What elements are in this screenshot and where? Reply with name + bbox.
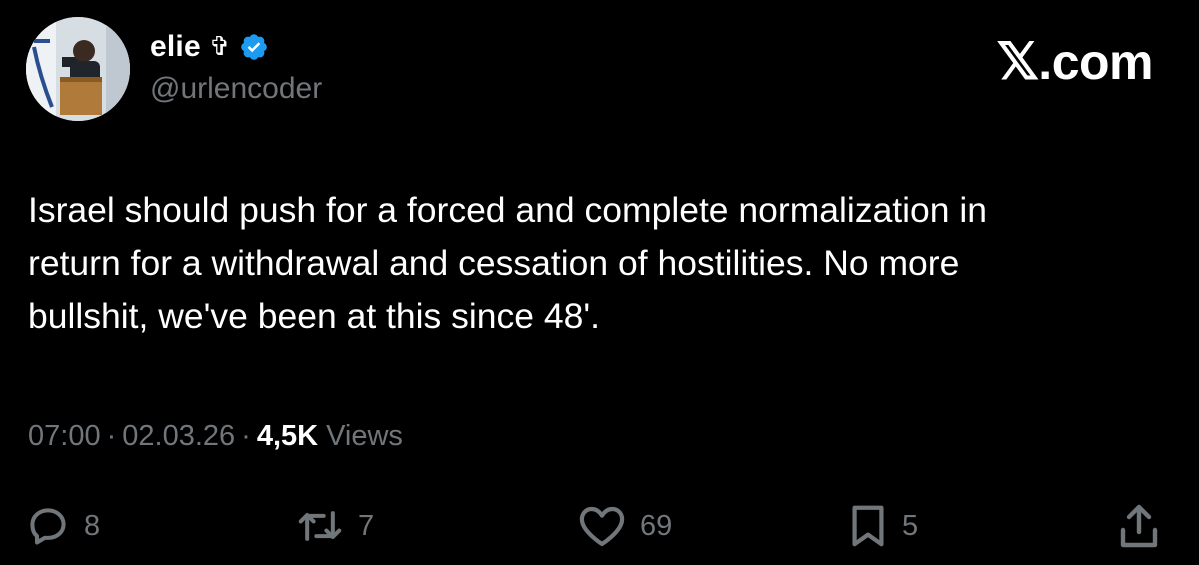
repost-count: 7 [358,509,375,542]
action-bar: 8 7 69 5 [0,498,1199,558]
avatar[interactable] [26,17,130,121]
meta-separator: · [106,420,117,452]
verified-badge-icon [239,32,269,62]
views-label: Views [326,420,403,452]
bookmark-icon [852,505,884,547]
author-name-row: elie ✞ [150,28,269,66]
like-count: 69 [640,509,673,542]
x-logo-icon: 𝕏 [996,32,1039,93]
tweet-time[interactable]: 07:00 [28,420,101,453]
repost-button[interactable]: 7 [296,498,374,554]
reply-count: 8 [84,509,101,542]
repost-icon [298,511,342,541]
brand-suffix: .com [1038,34,1153,90]
share-icon [1120,504,1158,548]
bookmark-button[interactable]: 5 [848,498,918,554]
share-button[interactable] [1117,498,1161,554]
reply-button[interactable]: 8 [26,498,100,554]
reply-icon [30,508,66,545]
author-handle[interactable]: @urlencoder [150,72,322,106]
meta-separator: · [241,420,251,452]
bookmark-count: 5 [902,509,919,542]
views-count: 4,5K [256,420,319,452]
tweet-date[interactable]: 02.03.26 [122,420,235,453]
like-button[interactable]: 69 [578,498,672,554]
author-display-name[interactable]: elie [150,30,201,64]
x-brand-logo: 𝕏 .com [996,32,1153,93]
tweet-meta: 07:00 · 02.03.26 · 4,5K Views [28,420,403,453]
tweet-text: Israel should push for a forced and comp… [28,190,988,336]
tweet-card: elie ✞ @urlencoder 𝕏 .com Israel should … [0,0,1199,565]
cross-icon: ✞ [208,32,231,62]
heart-icon [579,506,625,547]
